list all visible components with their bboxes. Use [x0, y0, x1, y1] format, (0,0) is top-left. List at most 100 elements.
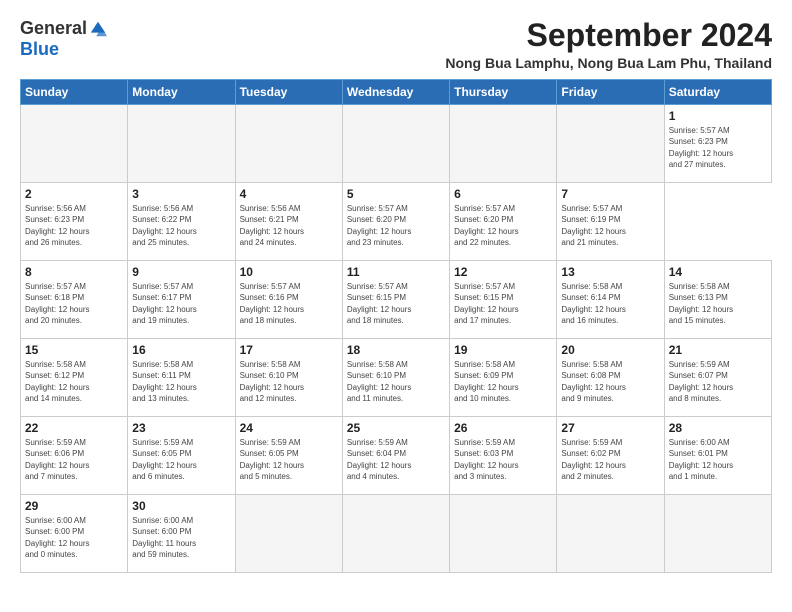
day-detail: Sunrise: 5:57 AM Sunset: 6:16 PM Dayligh… — [240, 281, 338, 326]
day-number: 30 — [132, 499, 230, 513]
empty-cell — [342, 105, 449, 183]
day-number: 5 — [347, 187, 445, 201]
day-cell-27: 27Sunrise: 5:59 AM Sunset: 6:02 PM Dayli… — [557, 417, 664, 495]
day-number: 3 — [132, 187, 230, 201]
calendar-table: Sunday Monday Tuesday Wednesday Thursday… — [20, 79, 772, 573]
day-cell-22: 22 Sunrise: 5:59 AM Sunset: 6:06 PM Dayli… — [21, 417, 128, 495]
logo: General Blue — [20, 18, 107, 60]
empty-cell — [235, 105, 342, 183]
day-detail: Sunrise: 5:59 AM Sunset: 6:03 PM Dayligh… — [454, 437, 552, 482]
day-cell-2: 2 Sunrise: 5:56 AM Sunset: 6:23 PM Daylig… — [21, 183, 128, 261]
day-detail: Sunrise: 5:58 AM Sunset: 6:14 PM Dayligh… — [561, 281, 659, 326]
logo-icon — [89, 20, 107, 38]
col-wednesday: Wednesday — [342, 80, 449, 105]
day-cell-6: 6 Sunrise: 5:57 AM Sunset: 6:20 PM Daylig… — [450, 183, 557, 261]
day-number: 6 — [454, 187, 552, 201]
day-cell-20: 20Sunrise: 5:58 AM Sunset: 6:08 PM Dayli… — [557, 339, 664, 417]
day-number: 2 — [25, 187, 123, 201]
day-number: 22 — [25, 421, 123, 435]
day-detail: Sunrise: 5:56 AM Sunset: 6:23 PM Dayligh… — [25, 203, 123, 248]
day-detail: Sunrise: 5:57 AM Sunset: 6:15 PM Dayligh… — [347, 281, 445, 326]
day-cell-18: 18 Sunrise: 5:58 AM Sunset: 6:10 PM Dayli… — [342, 339, 449, 417]
day-cell-15: 15 Sunrise: 5:58 AM Sunset: 6:12 PM Dayli… — [21, 339, 128, 417]
empty-cell — [450, 495, 557, 573]
day-detail: Sunrise: 5:57 AM Sunset: 6:17 PM Dayligh… — [132, 281, 230, 326]
empty-cell — [557, 495, 664, 573]
day-cell-5: 5 Sunrise: 5:57 AM Sunset: 6:20 PM Daylig… — [342, 183, 449, 261]
day-number: 10 — [240, 265, 338, 279]
day-cell-17: 17 Sunrise: 5:58 AM Sunset: 6:10 PM Dayli… — [235, 339, 342, 417]
header-row-days: Sunday Monday Tuesday Wednesday Thursday… — [21, 80, 772, 105]
logo-blue: Blue — [20, 39, 59, 59]
day-number: 26 — [454, 421, 552, 435]
col-thursday: Thursday — [450, 80, 557, 105]
day-cell-9: 9Sunrise: 5:57 AM Sunset: 6:17 PM Daylig… — [128, 261, 235, 339]
day-number: 28 — [669, 421, 767, 435]
day-number: 16 — [132, 343, 230, 357]
empty-cell — [235, 495, 342, 573]
day-detail: Sunrise: 5:57 AM Sunset: 6:20 PM Dayligh… — [347, 203, 445, 248]
day-detail: Sunrise: 5:57 AM Sunset: 6:20 PM Dayligh… — [454, 203, 552, 248]
day-detail: Sunrise: 5:58 AM Sunset: 6:13 PM Dayligh… — [669, 281, 767, 326]
day-detail: Sunrise: 5:57 AM Sunset: 6:23 PM Dayligh… — [669, 125, 767, 170]
day-cell-12: 12 Sunrise: 5:57 AM Sunset: 6:15 PM Dayli… — [450, 261, 557, 339]
empty-cell — [21, 105, 128, 183]
day-detail: Sunrise: 5:56 AM Sunset: 6:21 PM Dayligh… — [240, 203, 338, 248]
day-number: 12 — [454, 265, 552, 279]
day-detail: Sunrise: 5:59 AM Sunset: 6:05 PM Dayligh… — [240, 437, 338, 482]
col-tuesday: Tuesday — [235, 80, 342, 105]
day-cell-11: 11Sunrise: 5:57 AM Sunset: 6:15 PM Dayli… — [342, 261, 449, 339]
day-detail: Sunrise: 5:58 AM Sunset: 6:10 PM Dayligh… — [347, 359, 445, 404]
day-number: 4 — [240, 187, 338, 201]
day-number: 17 — [240, 343, 338, 357]
day-number: 7 — [561, 187, 659, 201]
day-number: 27 — [561, 421, 659, 435]
day-detail: Sunrise: 6:00 AM Sunset: 6:00 PM Dayligh… — [25, 515, 123, 560]
day-cell-7: 7Sunrise: 5:57 AM Sunset: 6:19 PM Daylig… — [557, 183, 664, 261]
week-row-1: 2 Sunrise: 5:56 AM Sunset: 6:23 PM Daylig… — [21, 183, 772, 261]
day-cell-8: 8 Sunrise: 5:57 AM Sunset: 6:18 PM Daylig… — [21, 261, 128, 339]
day-detail: Sunrise: 5:58 AM Sunset: 6:09 PM Dayligh… — [454, 359, 552, 404]
day-number: 1 — [669, 109, 767, 123]
day-detail: Sunrise: 5:59 AM Sunset: 6:07 PM Dayligh… — [669, 359, 767, 404]
day-cell-24: 24Sunrise: 5:59 AM Sunset: 6:05 PM Dayli… — [235, 417, 342, 495]
day-cell-30: 30 Sunrise: 6:00 AM Sunset: 6:00 PM Dayli… — [128, 495, 235, 573]
day-cell-13: 13Sunrise: 5:58 AM Sunset: 6:14 PM Dayli… — [557, 261, 664, 339]
day-cell-4: 4 Sunrise: 5:56 AM Sunset: 6:21 PM Daylig… — [235, 183, 342, 261]
day-cell-29: 29 Sunrise: 6:00 AM Sunset: 6:00 PM Dayli… — [21, 495, 128, 573]
location-title: Nong Bua Lamphu, Nong Bua Lam Phu, Thail… — [445, 55, 772, 71]
day-detail: Sunrise: 5:58 AM Sunset: 6:08 PM Dayligh… — [561, 359, 659, 404]
week-row-2: 8 Sunrise: 5:57 AM Sunset: 6:18 PM Daylig… — [21, 261, 772, 339]
day-detail: Sunrise: 5:59 AM Sunset: 6:06 PM Dayligh… — [25, 437, 123, 482]
empty-cell — [128, 105, 235, 183]
calendar-page: General Blue September 2024 Nong Bua Lam… — [0, 0, 792, 612]
day-detail: Sunrise: 5:57 AM Sunset: 6:15 PM Dayligh… — [454, 281, 552, 326]
day-cell-14: 14 Sunrise: 5:58 AM Sunset: 6:13 PM Dayli… — [664, 261, 771, 339]
day-number: 18 — [347, 343, 445, 357]
week-row-0: 1 Sunrise: 5:57 AM Sunset: 6:23 PM Daylig… — [21, 105, 772, 183]
day-number: 8 — [25, 265, 123, 279]
week-row-3: 15 Sunrise: 5:58 AM Sunset: 6:12 PM Dayli… — [21, 339, 772, 417]
month-title: September 2024 — [445, 18, 772, 53]
day-cell-26: 26 Sunrise: 5:59 AM Sunset: 6:03 PM Dayli… — [450, 417, 557, 495]
col-saturday: Saturday — [664, 80, 771, 105]
day-number: 23 — [132, 421, 230, 435]
title-block: September 2024 Nong Bua Lamphu, Nong Bua… — [445, 18, 772, 71]
day-number: 29 — [25, 499, 123, 513]
day-detail: Sunrise: 5:58 AM Sunset: 6:12 PM Dayligh… — [25, 359, 123, 404]
week-row-4: 22 Sunrise: 5:59 AM Sunset: 6:06 PM Dayli… — [21, 417, 772, 495]
empty-cell — [342, 495, 449, 573]
col-sunday: Sunday — [21, 80, 128, 105]
day-cell-25: 25Sunrise: 5:59 AM Sunset: 6:04 PM Dayli… — [342, 417, 449, 495]
day-number: 14 — [669, 265, 767, 279]
day-cell-16: 16Sunrise: 5:58 AM Sunset: 6:11 PM Dayli… — [128, 339, 235, 417]
day-cell-21: 21Sunrise: 5:59 AM Sunset: 6:07 PM Dayli… — [664, 339, 771, 417]
day-detail: Sunrise: 6:00 AM Sunset: 6:00 PM Dayligh… — [132, 515, 230, 560]
day-detail: Sunrise: 5:57 AM Sunset: 6:18 PM Dayligh… — [25, 281, 123, 326]
day-detail: Sunrise: 5:58 AM Sunset: 6:10 PM Dayligh… — [240, 359, 338, 404]
col-monday: Monday — [128, 80, 235, 105]
day-cell-19: 19Sunrise: 5:58 AM Sunset: 6:09 PM Dayli… — [450, 339, 557, 417]
day-number: 15 — [25, 343, 123, 357]
day-cell-3: 3Sunrise: 5:56 AM Sunset: 6:22 PM Daylig… — [128, 183, 235, 261]
day-cell-23: 23Sunrise: 5:59 AM Sunset: 6:05 PM Dayli… — [128, 417, 235, 495]
